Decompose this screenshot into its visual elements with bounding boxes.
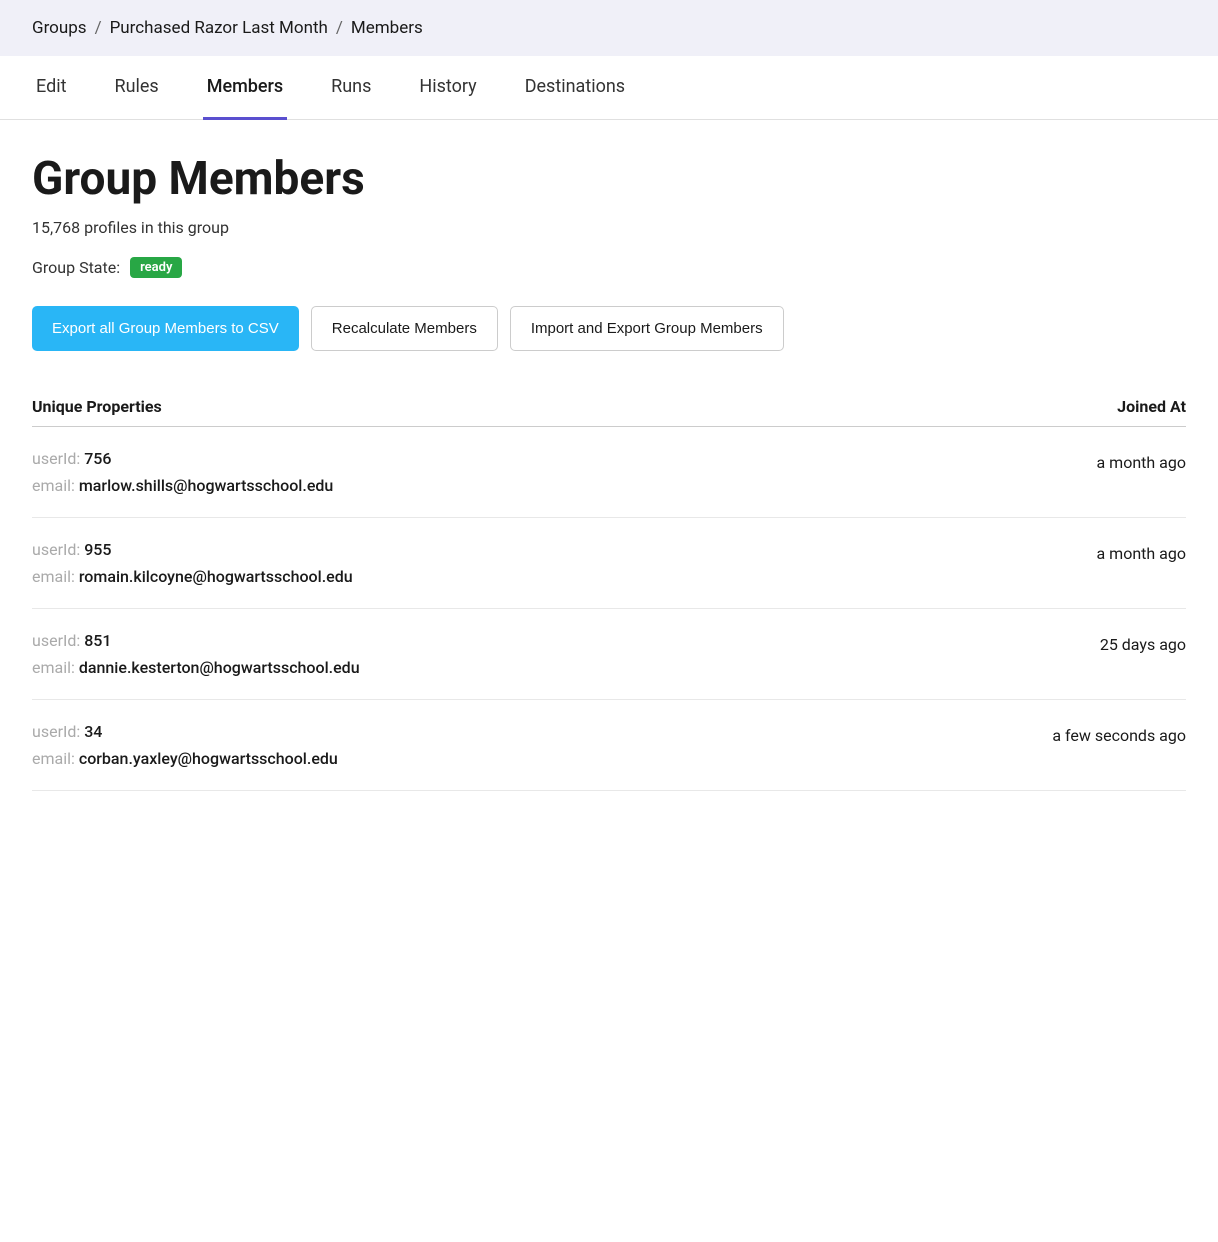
email-label: email: xyxy=(32,749,79,768)
tab-history[interactable]: History xyxy=(415,56,480,120)
breadcrumb-sep-1: / xyxy=(95,18,102,38)
group-state-label: Group State: xyxy=(32,258,120,277)
table-row: userId: 34 email: corban.yaxley@hogwarts… xyxy=(32,700,1186,791)
member-properties: userId: 851 email: dannie.kesterton@hogw… xyxy=(32,631,360,677)
table-row: userId: 955 email: romain.kilcoyne@hogwa… xyxy=(32,518,1186,609)
email-value: corban.yaxley@hogwartsschool.edu xyxy=(79,749,338,768)
member-userid-line: userId: 34 xyxy=(32,722,338,741)
member-userid-line: userId: 851 xyxy=(32,631,360,650)
profile-count: 15,768 profiles in this group xyxy=(32,218,1186,237)
userid-value: 955 xyxy=(84,540,111,559)
userid-label: userId: xyxy=(32,722,84,741)
joined-at-value: 25 days ago xyxy=(986,631,1186,654)
joined-at-value: a month ago xyxy=(986,449,1186,472)
table-row: userId: 851 email: dannie.kesterton@hogw… xyxy=(32,609,1186,700)
email-label: email: xyxy=(32,567,79,586)
userid-value: 851 xyxy=(84,631,111,650)
userid-value: 34 xyxy=(84,722,102,741)
breadcrumb-group-name[interactable]: Purchased Razor Last Month xyxy=(110,18,328,38)
email-value: dannie.kesterton@hogwartsschool.edu xyxy=(79,658,360,677)
userid-label: userId: xyxy=(32,631,84,650)
tab-rules[interactable]: Rules xyxy=(110,56,162,120)
member-email-line: email: romain.kilcoyne@hogwartsschool.ed… xyxy=(32,567,353,586)
joined-at-value: a month ago xyxy=(986,540,1186,563)
member-properties: userId: 34 email: corban.yaxley@hogwarts… xyxy=(32,722,338,768)
col-unique-properties: Unique Properties xyxy=(32,397,162,416)
main-content: Group Members 15,768 profiles in this gr… xyxy=(0,120,1218,823)
member-properties: userId: 756 email: marlow.shills@hogwart… xyxy=(32,449,333,495)
tab-nav: Edit Rules Members Runs History Destinat… xyxy=(0,56,1218,120)
member-userid-line: userId: 955 xyxy=(32,540,353,559)
tab-runs[interactable]: Runs xyxy=(327,56,375,120)
email-value: romain.kilcoyne@hogwartsschool.edu xyxy=(79,567,353,586)
table-row: userId: 756 email: marlow.shills@hogwart… xyxy=(32,427,1186,518)
page-title: Group Members xyxy=(32,152,1186,206)
action-buttons: Export all Group Members to CSV Recalcul… xyxy=(32,306,1186,351)
tab-edit[interactable]: Edit xyxy=(32,56,70,120)
breadcrumb-sep-2: / xyxy=(336,18,343,38)
member-email-line: email: dannie.kesterton@hogwartsschool.e… xyxy=(32,658,360,677)
joined-at-value: a few seconds ago xyxy=(986,722,1186,745)
export-csv-button[interactable]: Export all Group Members to CSV xyxy=(32,306,299,351)
group-state-row: Group State: ready xyxy=(32,257,1186,278)
member-properties: userId: 955 email: romain.kilcoyne@hogwa… xyxy=(32,540,353,586)
recalculate-button[interactable]: Recalculate Members xyxy=(311,306,498,351)
breadcrumb-members[interactable]: Members xyxy=(351,18,423,38)
userid-label: userId: xyxy=(32,449,84,468)
table-header: Unique Properties Joined At xyxy=(32,387,1186,427)
members-list: userId: 756 email: marlow.shills@hogwart… xyxy=(32,427,1186,791)
member-email-line: email: marlow.shills@hogwartsschool.edu xyxy=(32,476,333,495)
import-export-button[interactable]: Import and Export Group Members xyxy=(510,306,784,351)
breadcrumb-groups[interactable]: Groups xyxy=(32,18,87,38)
userid-value: 756 xyxy=(84,449,111,468)
tab-destinations[interactable]: Destinations xyxy=(521,56,629,120)
member-userid-line: userId: 756 xyxy=(32,449,333,468)
tab-members[interactable]: Members xyxy=(203,56,287,120)
col-joined-at: Joined At xyxy=(986,397,1186,416)
breadcrumb: Groups / Purchased Razor Last Month / Me… xyxy=(0,0,1218,56)
email-label: email: xyxy=(32,658,79,677)
userid-label: userId: xyxy=(32,540,84,559)
member-email-line: email: corban.yaxley@hogwartsschool.edu xyxy=(32,749,338,768)
state-badge: ready xyxy=(130,257,182,278)
email-value: marlow.shills@hogwartsschool.edu xyxy=(79,476,333,495)
email-label: email: xyxy=(32,476,79,495)
